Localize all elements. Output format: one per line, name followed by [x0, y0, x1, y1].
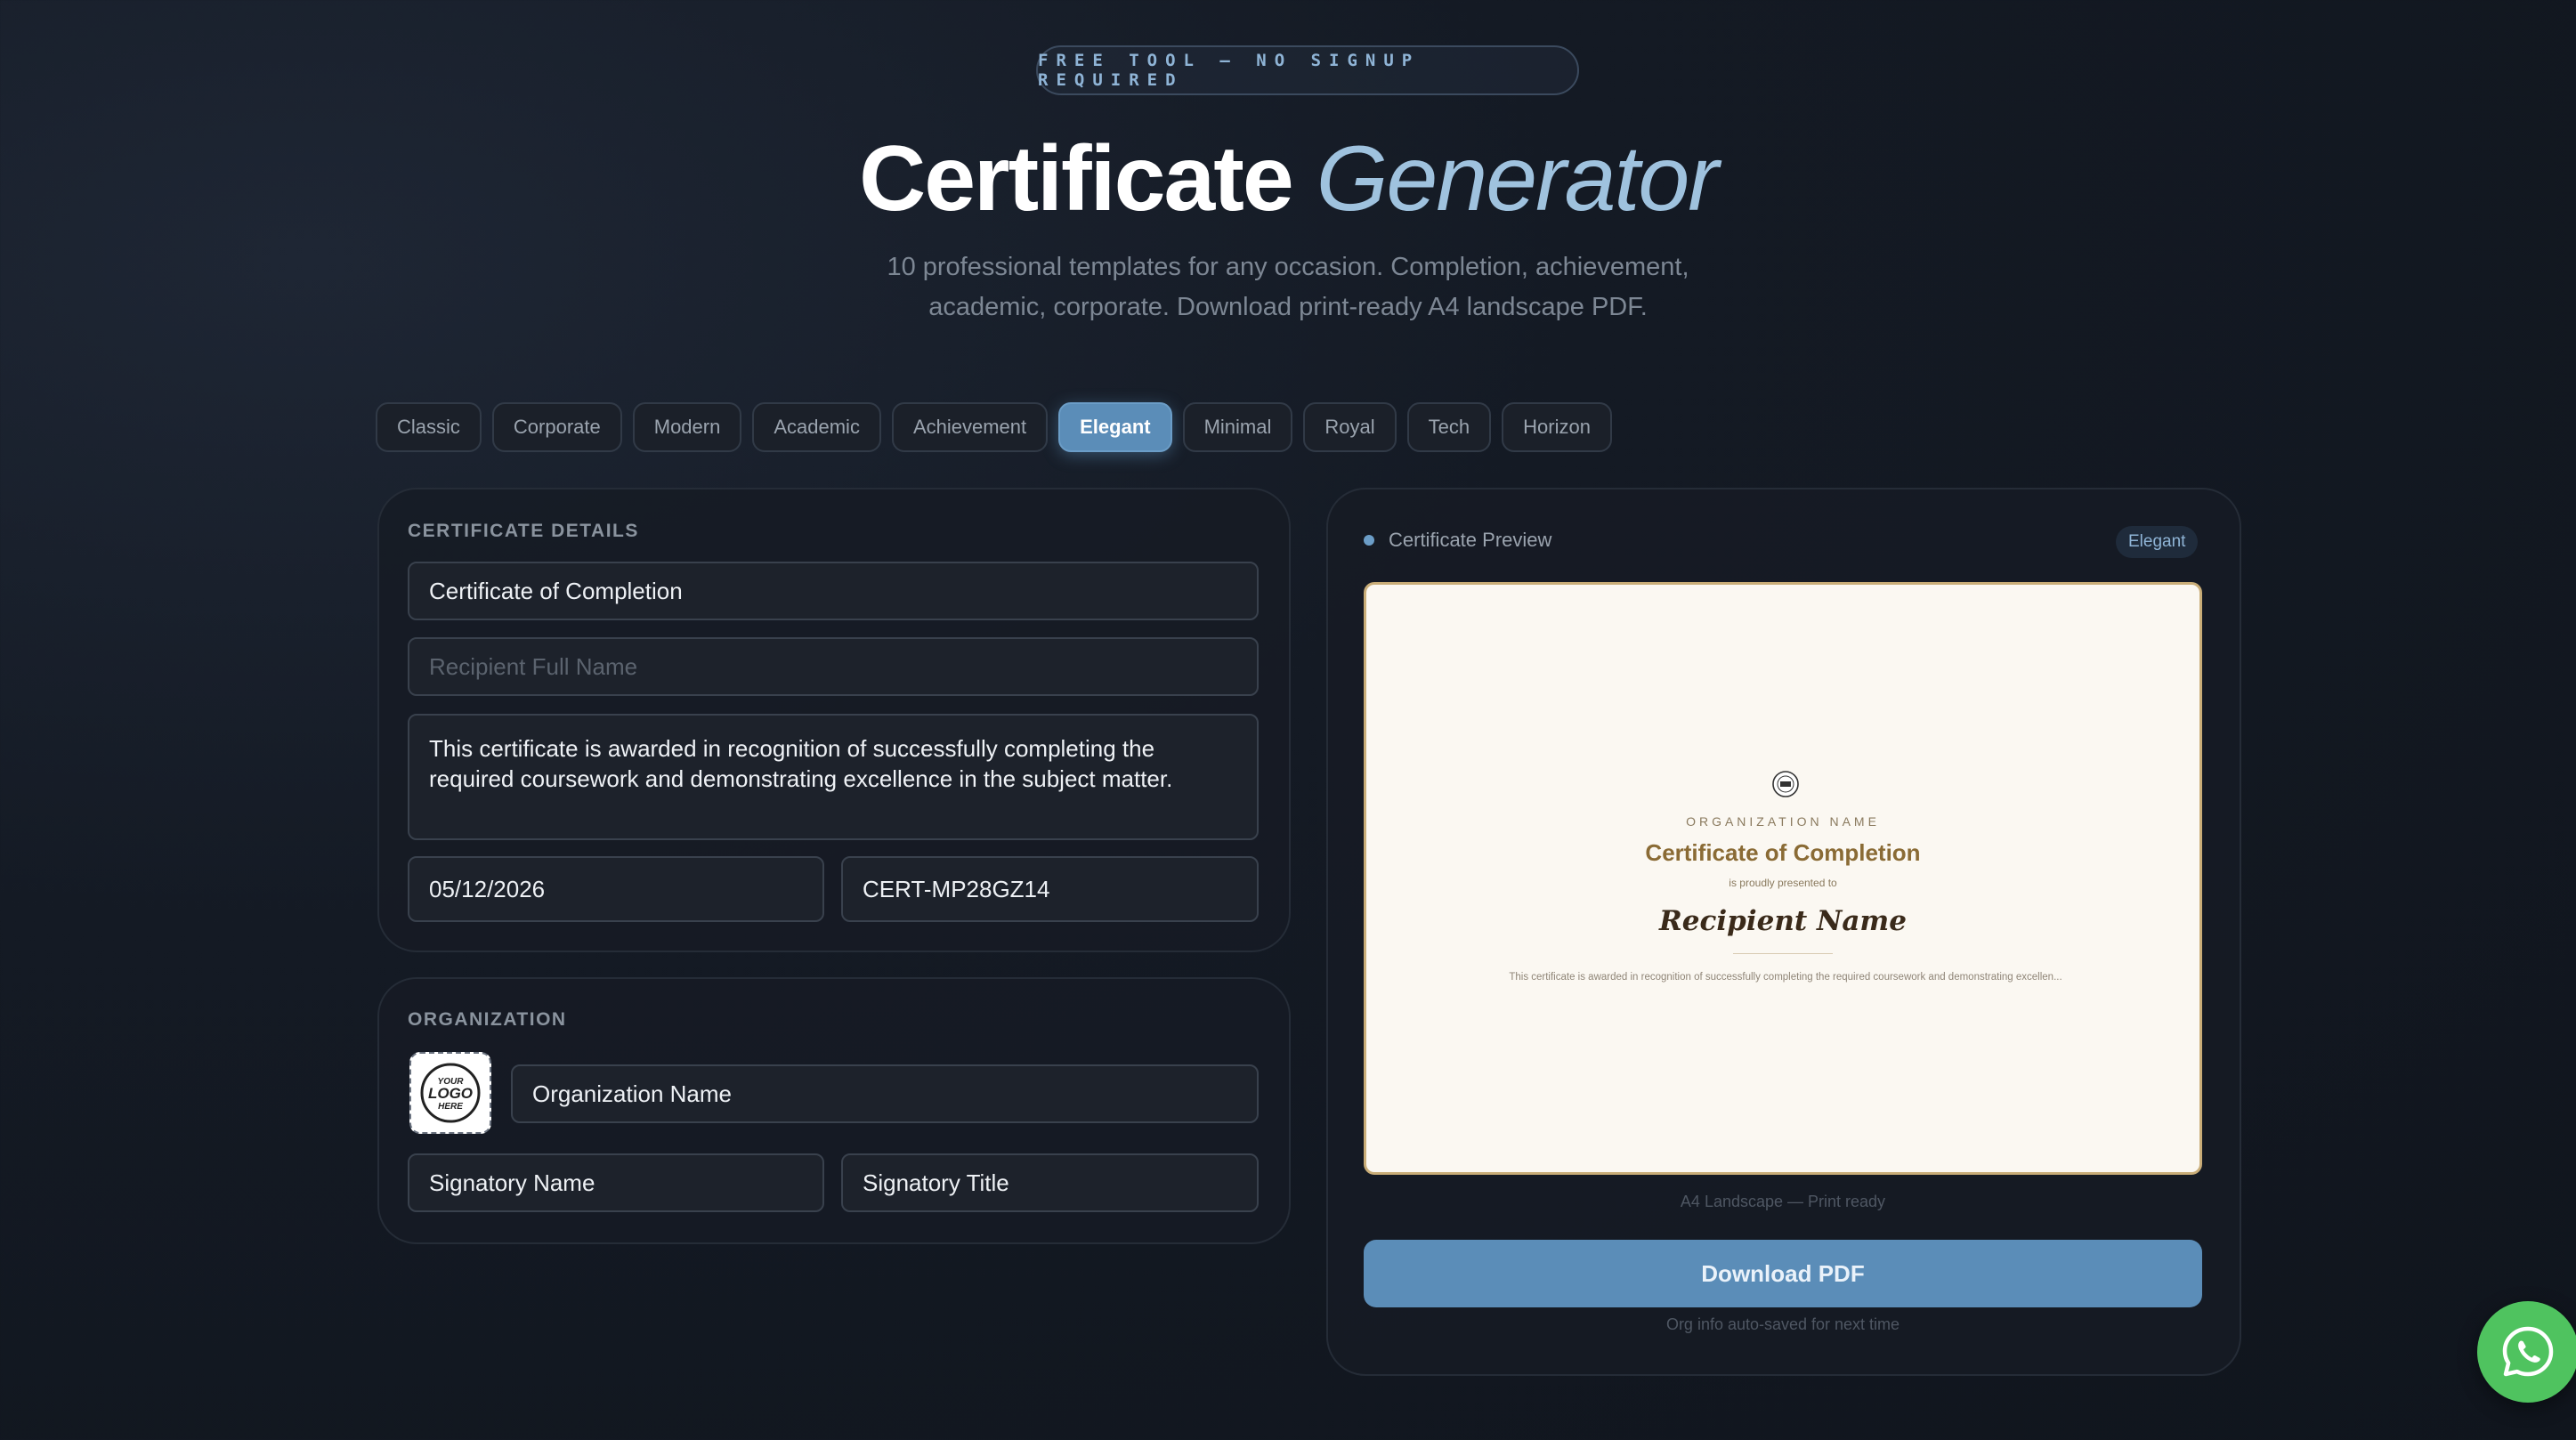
tab-modern[interactable]: Modern — [632, 402, 742, 452]
certificate-divider — [1733, 953, 1833, 954]
title-strong: Certificate — [859, 127, 1294, 231]
certificate-logo-icon — [1772, 771, 1799, 797]
tab-minimal[interactable]: Minimal — [1182, 402, 1293, 452]
logo-placeholder-icon: YOUR LOGO HERE — [420, 1063, 481, 1123]
subtitle-line-1: 10 professional templates for any occasi… — [887, 253, 1689, 281]
certificate-details-heading: CERTIFICATE DETAILS — [408, 521, 639, 541]
whatsapp-button[interactable] — [2477, 1301, 2576, 1403]
organization-heading: ORGANIZATION — [408, 1009, 567, 1030]
download-pdf-button[interactable]: Download PDF — [1364, 1240, 2202, 1307]
certificate-recipient-name: Recipient Name — [1659, 905, 1907, 937]
tab-royal[interactable]: Royal — [1303, 402, 1397, 452]
certificate-preview: ORGANIZATION NAME Certificate of Complet… — [1364, 582, 2202, 1175]
tab-corporate[interactable]: Corporate — [491, 402, 622, 452]
recipient-name-input[interactable]: Recipient Full Name — [408, 637, 1259, 696]
certificate-org-name: ORGANIZATION NAME — [1686, 814, 1880, 829]
subtitle-line-2: academic, corporate. Download print-read… — [928, 293, 1648, 321]
page-title: Certificate Generator — [0, 121, 2576, 237]
signatory-title-input[interactable]: Signatory Title — [841, 1153, 1259, 1212]
preview-caption: A4 Landscape — Print ready — [1680, 1193, 1886, 1210]
svg-text:HERE: HERE — [438, 1102, 463, 1112]
certificate-presented-to: is proudly presented to — [1729, 877, 1837, 889]
certificate-description: This certificate is awarded in recogniti… — [1509, 972, 2062, 983]
tab-classic[interactable]: Classic — [376, 402, 482, 452]
tab-achievement[interactable]: Achievement — [891, 402, 1049, 452]
tab-academic[interactable]: Academic — [752, 402, 881, 452]
certificate-id-input[interactable]: CERT-MP28GZ14 — [841, 856, 1259, 922]
certificate-title: Certificate of Completion — [1645, 839, 1921, 866]
preview-header: Certificate Preview — [1364, 529, 1551, 552]
template-tabs: Classic Corporate Modern Academic Achiev… — [376, 402, 1612, 452]
tab-elegant[interactable]: Elegant — [1058, 402, 1172, 452]
svg-text:LOGO: LOGO — [428, 1085, 473, 1102]
certificate-title-input[interactable]: Certificate of Completion — [408, 562, 1259, 620]
date-input[interactable]: 05/12/2026 — [408, 856, 824, 922]
autosave-note: Org info auto-saved for next time — [1665, 1315, 1900, 1333]
logo-upload[interactable]: YOUR LOGO HERE — [409, 1052, 491, 1134]
status-dot-icon — [1364, 535, 1374, 546]
page-subtitle: 10 professional templates for any occasi… — [801, 247, 1775, 328]
tab-horizon[interactable]: Horizon — [1502, 402, 1612, 452]
title-italic: Generator — [1316, 127, 1719, 231]
organization-name-input[interactable]: Organization Name — [511, 1064, 1259, 1123]
signatory-name-input[interactable]: Signatory Name — [408, 1153, 824, 1212]
tab-tech[interactable]: Tech — [1406, 402, 1492, 452]
free-tool-badge: FREE TOOL — NO SIGNUP REQUIRED — [1036, 45, 1579, 95]
template-badge: Elegant — [2116, 526, 2199, 558]
preview-header-label: Certificate Preview — [1389, 529, 1552, 551]
description-textarea[interactable]: This certificate is awarded in recogniti… — [408, 714, 1259, 840]
whatsapp-icon — [2502, 1326, 2554, 1377]
